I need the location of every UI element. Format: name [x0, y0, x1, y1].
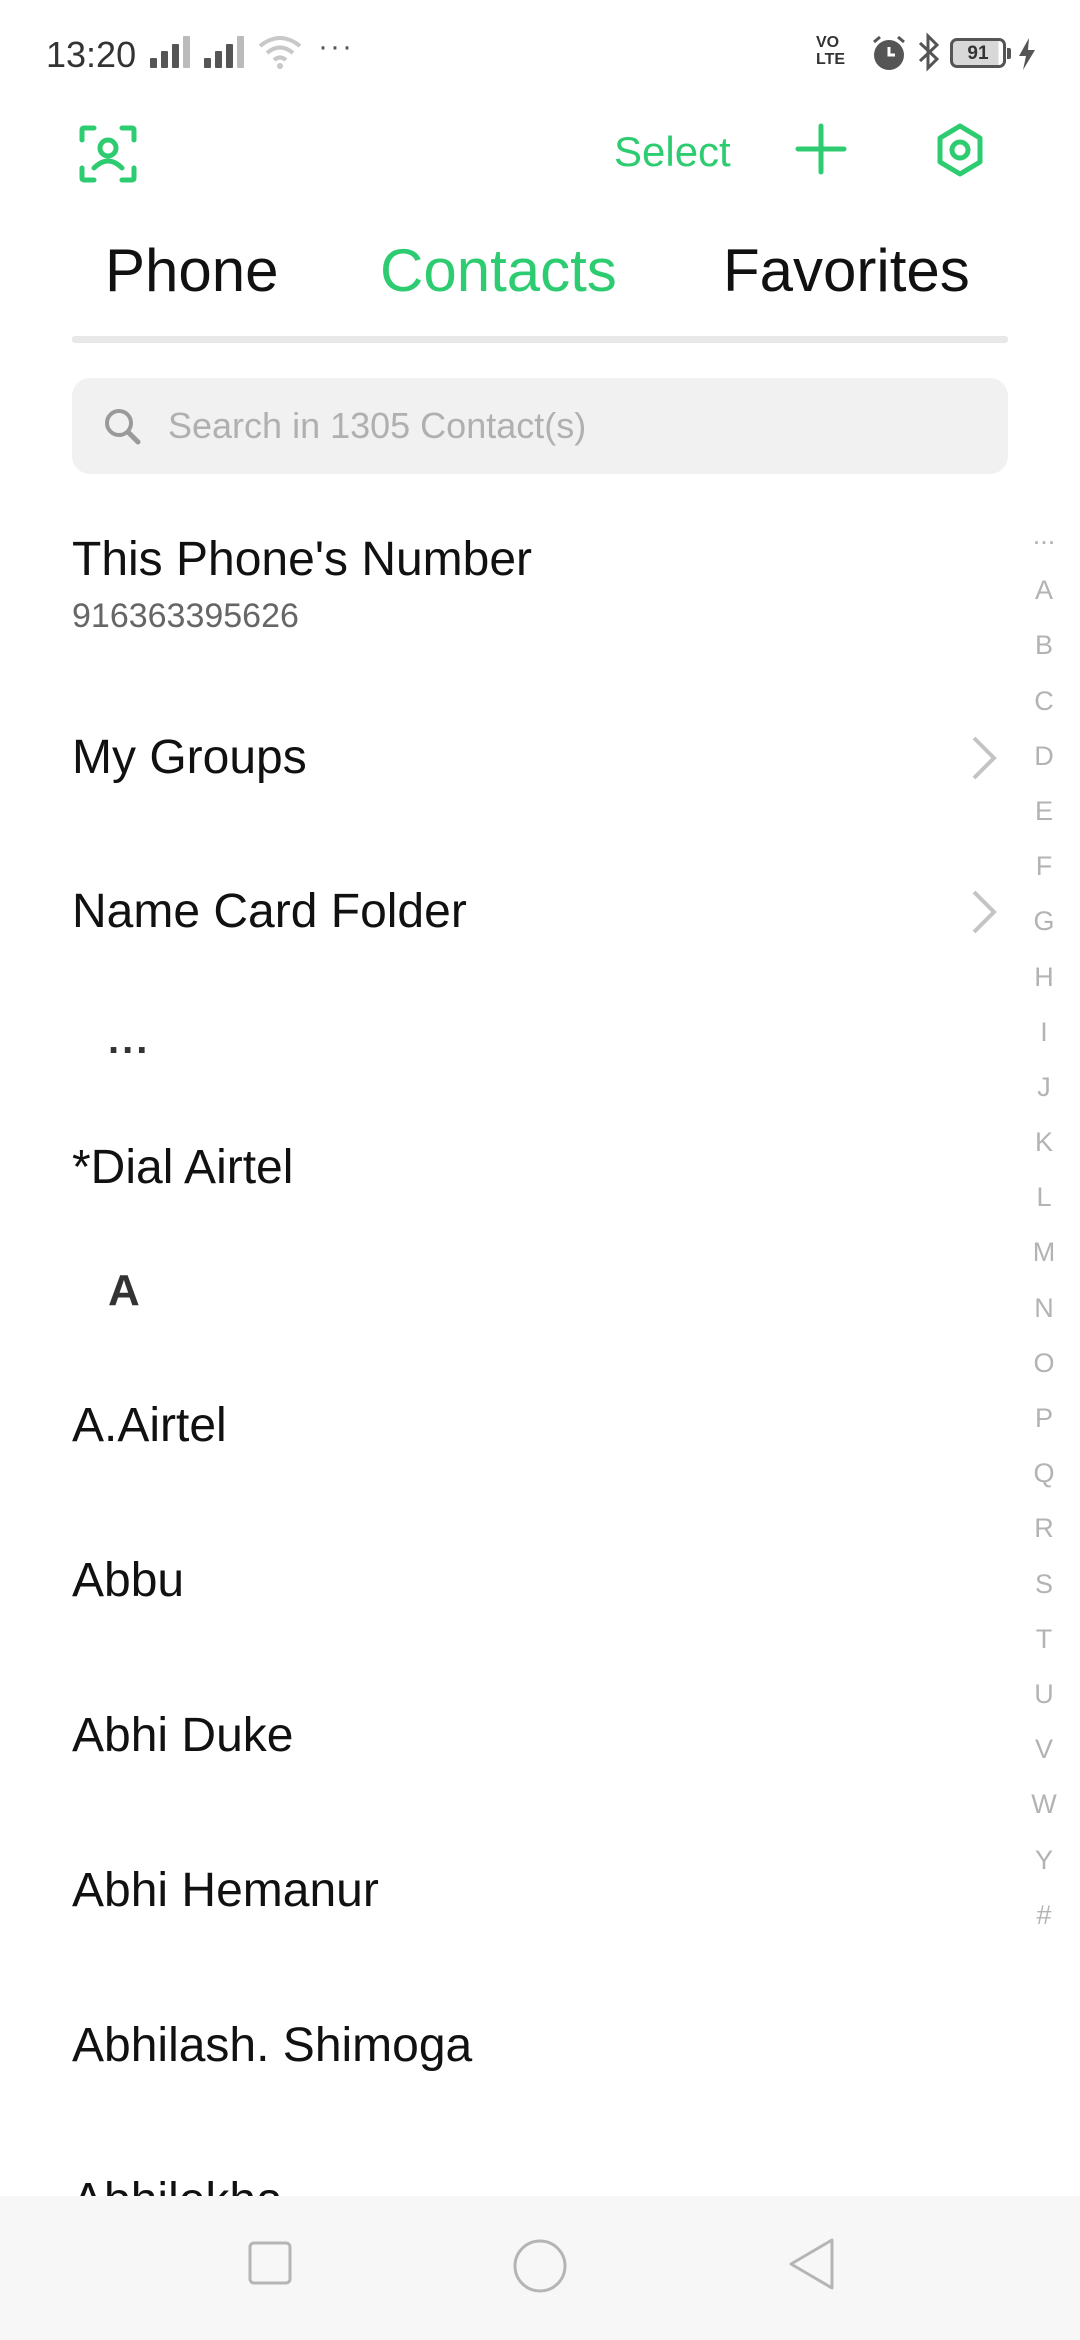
index-f[interactable]: F — [1028, 839, 1060, 894]
square-icon[interactable] — [247, 2240, 293, 2286]
name-card-folder-row[interactable]: Name Card Folder — [72, 884, 1008, 939]
contact-row[interactable]: Abhi Hemanur — [72, 1863, 1008, 1918]
scan-contact-icon[interactable] — [76, 122, 140, 186]
index-c[interactable]: C — [1028, 674, 1060, 729]
status-bar: 13:20 ··· VO LTE 91 — [0, 0, 1080, 110]
contact-row[interactable]: Abbu — [72, 1553, 1008, 1608]
signal-2-icon — [204, 36, 250, 68]
tab-phone[interactable]: Phone — [105, 236, 279, 305]
index-v[interactable]: V — [1028, 1722, 1060, 1777]
signal-1-icon — [150, 36, 196, 68]
index-m[interactable]: M — [1028, 1225, 1060, 1280]
contact-row[interactable]: *Dial Airtel — [72, 1140, 1008, 1195]
circle-icon[interactable] — [512, 2238, 568, 2294]
index-b[interactable]: B — [1028, 618, 1060, 673]
index-q[interactable]: Q — [1028, 1446, 1060, 1501]
toolbar: Select — [0, 110, 1080, 220]
search-icon — [105, 409, 141, 445]
index-u[interactable]: U — [1028, 1667, 1060, 1722]
index-w[interactable]: W — [1028, 1777, 1060, 1832]
contact-name: Abbu — [72, 1554, 185, 1607]
index-h[interactable]: H — [1028, 950, 1060, 1005]
index-s[interactable]: S — [1028, 1557, 1060, 1612]
index-o[interactable]: O — [1028, 1336, 1060, 1391]
battery-icon: 91 — [950, 38, 1011, 68]
status-time: 13:20 — [46, 34, 137, 75]
navigation-bar — [0, 2196, 1080, 2340]
contact-row[interactable]: A.Airtel — [72, 1398, 1008, 1453]
index-e[interactable]: E — [1028, 784, 1060, 839]
tab-bar: Phone Contacts Favorites — [72, 236, 1008, 346]
index-t[interactable]: T — [1028, 1612, 1060, 1667]
contact-row[interactable]: Abhi Duke — [72, 1708, 1008, 1763]
search-input[interactable] — [168, 378, 968, 474]
name-card-folder-label: Name Card Folder — [72, 885, 467, 938]
index-l[interactable]: L — [1028, 1170, 1060, 1225]
this-phone-number-value: 916363395626 — [72, 597, 299, 635]
select-button[interactable]: Select — [614, 128, 731, 176]
index-symbols[interactable]: ... — [1028, 508, 1060, 563]
index-r[interactable]: R — [1028, 1501, 1060, 1556]
bluetooth-icon — [918, 32, 940, 72]
more-notifications-icon: ··· — [318, 30, 354, 63]
tab-favorites[interactable]: Favorites — [723, 236, 970, 305]
contact-name: *Dial Airtel — [72, 1141, 294, 1194]
index-p[interactable]: P — [1028, 1391, 1060, 1446]
index-k[interactable]: K — [1028, 1115, 1060, 1170]
index-a[interactable]: A — [1028, 563, 1060, 618]
my-groups-label: My Groups — [72, 731, 307, 784]
volte-icon: VO LTE — [816, 34, 846, 68]
this-phone-number-label: This Phone's Number — [72, 533, 533, 586]
contact-name: Abhilash. Shimoga — [72, 2019, 473, 2072]
contact-name: Abhi Hemanur — [72, 1864, 379, 1917]
my-groups-row[interactable]: My Groups — [72, 730, 1008, 785]
index-y[interactable]: Y — [1028, 1833, 1060, 1888]
index-n[interactable]: N — [1028, 1281, 1060, 1336]
charging-icon — [1019, 38, 1035, 70]
contact-row[interactable]: Abhilash. Shimoga — [72, 2018, 1008, 2073]
index-g[interactable]: G — [1028, 894, 1060, 949]
triangle-back-icon[interactable] — [786, 2236, 836, 2292]
tab-contacts[interactable]: Contacts — [380, 236, 617, 305]
alphabet-index[interactable]: ... A B C D E F G H I J K L M N O P Q R … — [1028, 508, 1060, 1943]
chevron-right-icon — [972, 890, 997, 934]
index-i[interactable]: I — [1028, 1005, 1060, 1060]
chevron-right-icon — [972, 736, 997, 780]
search-bar[interactable] — [72, 378, 1008, 474]
section-header-symbols: ... — [108, 1018, 151, 1062]
settings-icon[interactable] — [932, 122, 988, 178]
section-header-a: A — [108, 1266, 140, 1315]
alarm-icon — [873, 35, 905, 70]
this-phone-number-row[interactable]: This Phone's Number 916363395626 — [72, 532, 1008, 636]
plus-icon[interactable] — [794, 122, 848, 176]
index-d[interactable]: D — [1028, 729, 1060, 784]
contact-name: Abhi Duke — [72, 1709, 294, 1762]
index-j[interactable]: J — [1028, 1060, 1060, 1115]
tab-divider — [72, 336, 1008, 343]
wifi-icon — [258, 36, 302, 69]
index-hash[interactable]: # — [1028, 1888, 1060, 1943]
contact-name: A.Airtel — [72, 1399, 227, 1452]
